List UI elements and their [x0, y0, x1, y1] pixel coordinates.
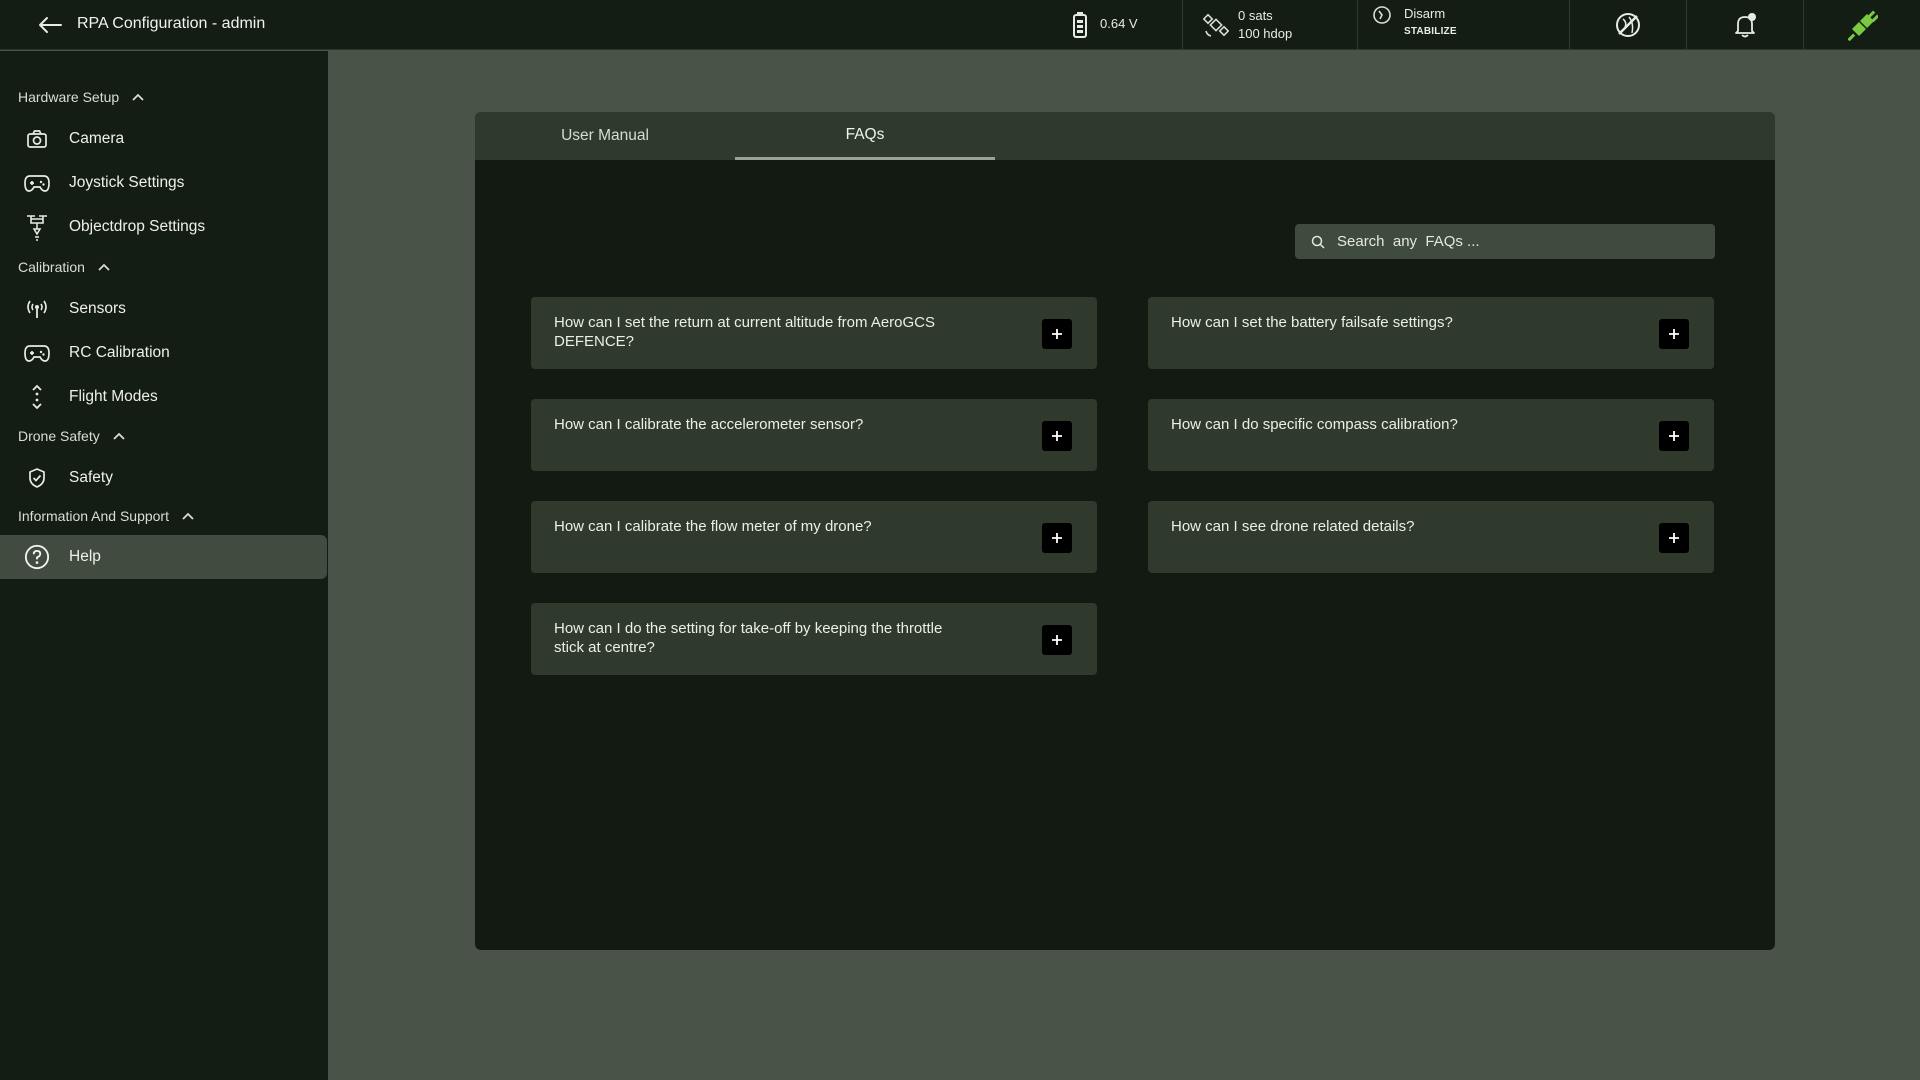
- chevron-up-icon: [182, 512, 194, 520]
- plus-icon: [1669, 329, 1679, 339]
- sidebar-item-rc-calibration[interactable]: RC Calibration: [0, 331, 327, 375]
- faq-item[interactable]: How can I do specific compass calibratio…: [1148, 399, 1714, 471]
- plus-icon: [1669, 431, 1679, 441]
- tab-faqs[interactable]: FAQs: [735, 112, 995, 160]
- sidebar-item-label: Safety: [69, 469, 113, 486]
- faq-question: How can I see drone related details?: [1171, 518, 1415, 535]
- section-information-and-support[interactable]: Information And Support: [18, 508, 195, 524]
- drone-drop-icon: [24, 215, 50, 241]
- camera-icon: [24, 127, 50, 151]
- satellite-icon: [1202, 12, 1230, 43]
- sidebar-item-sensors[interactable]: Sensors: [0, 287, 327, 331]
- search-icon: [1311, 235, 1325, 249]
- page-title: RPA Configuration - admin: [77, 15, 266, 32]
- flight-mode: STABILIZE: [1404, 26, 1457, 37]
- expand-button[interactable]: [1659, 523, 1689, 553]
- help-panel: User Manual FAQs How can I set the retur…: [475, 112, 1775, 950]
- faq-item[interactable]: How can I see drone related details?: [1148, 501, 1714, 573]
- faq-item[interactable]: How can I set the battery failsafe setti…: [1148, 297, 1714, 369]
- gps-status[interactable]: 0 sats 100 hdop: [1182, 0, 1357, 50]
- flight-modes-icon: [24, 384, 50, 410]
- faq-question: How can I calibrate the flow meter of my…: [554, 518, 872, 535]
- expand-button[interactable]: [1042, 421, 1072, 451]
- faq-item[interactable]: How can I calibrate the accelerometer se…: [531, 399, 1097, 471]
- sensor-signal-icon: [24, 297, 50, 321]
- plus-icon: [1052, 635, 1062, 645]
- expand-button[interactable]: [1042, 625, 1072, 655]
- faq-question: How can I do specific compass calibratio…: [1171, 416, 1458, 433]
- plus-icon: [1052, 329, 1062, 339]
- sidebar-item-label: Sensors: [69, 300, 126, 317]
- faq-item[interactable]: How can I do the setting for take-off by…: [531, 603, 1097, 675]
- sidebar-item-label: RC Calibration: [69, 344, 170, 361]
- tab-bar: User Manual FAQs: [475, 112, 1775, 160]
- sidebar-item-label: Camera: [69, 130, 125, 147]
- chevron-up-icon: [113, 432, 125, 440]
- connection-button[interactable]: [1803, 0, 1920, 50]
- tab-user-manual[interactable]: User Manual: [475, 112, 735, 160]
- gps-sats: 0 sats: [1238, 8, 1273, 23]
- sidebar-item-label: Help: [69, 548, 101, 565]
- section-title: Calibration: [18, 259, 85, 275]
- section-title: Hardware Setup: [18, 89, 120, 105]
- sidebar-item-objectdrop-settings[interactable]: Objectdrop Settings: [0, 205, 327, 249]
- back-arrow-icon[interactable]: [36, 13, 64, 37]
- sidebar-item-flight-modes[interactable]: Flight Modes: [0, 375, 327, 419]
- search-input[interactable]: [1337, 224, 1697, 259]
- sidebar-item-safety[interactable]: Safety: [0, 456, 327, 500]
- no-gps-icon: [1614, 11, 1642, 44]
- gamepad-icon: [24, 171, 50, 195]
- section-hardware-setup[interactable]: Hardware Setup: [18, 89, 145, 105]
- plus-icon: [1052, 533, 1062, 543]
- faq-question: How can I set the battery failsafe setti…: [1171, 314, 1453, 331]
- help-circle-icon: [24, 544, 50, 570]
- faq-item[interactable]: How can I set the return at current alti…: [531, 297, 1097, 369]
- sidebar-item-joystick-settings[interactable]: Joystick Settings: [0, 161, 327, 205]
- plus-icon: [1669, 533, 1679, 543]
- faq-search: [1295, 224, 1715, 259]
- notification-button[interactable]: [1686, 0, 1803, 50]
- chevron-up-icon: [132, 93, 144, 101]
- faq-question: How can I set the return at current alti…: [554, 314, 936, 350]
- section-title: Information And Support: [18, 508, 169, 524]
- faq-question: How can I do the setting for take-off by…: [554, 620, 943, 656]
- expand-button[interactable]: [1659, 319, 1689, 349]
- sidebar-item-label: Flight Modes: [69, 388, 158, 405]
- sidebar-item-label: Objectdrop Settings: [69, 218, 206, 235]
- no-gps-button[interactable]: [1569, 0, 1686, 50]
- shield-check-icon: [24, 466, 50, 490]
- notification-bell-icon: [1731, 11, 1759, 44]
- faq-item[interactable]: How can I calibrate the flow meter of my…: [531, 501, 1097, 573]
- faq-question: How can I calibrate the accelerometer se…: [554, 416, 864, 433]
- battery-voltage: 0.64 V: [1100, 16, 1138, 31]
- sidebar-item-help[interactable]: Help: [0, 535, 327, 579]
- connection-plug-icon: [1847, 9, 1880, 46]
- expand-button[interactable]: [1659, 421, 1689, 451]
- section-calibration[interactable]: Calibration: [18, 259, 111, 275]
- chevron-up-icon: [98, 263, 110, 271]
- sidebar-item-camera[interactable]: Camera: [0, 117, 327, 161]
- section-title: Drone Safety: [18, 428, 100, 444]
- sidebar: Hardware Setup Camera Joystick Settings …: [0, 51, 328, 1080]
- arm-status[interactable]: Disarm STABILIZE: [1357, 0, 1569, 50]
- arm-status-icon: [1372, 5, 1392, 30]
- plus-icon: [1052, 431, 1062, 441]
- gamepad-icon: [24, 341, 50, 365]
- gps-hdop: 100 hdop: [1238, 26, 1293, 41]
- sidebar-item-label: Joystick Settings: [69, 174, 185, 191]
- section-drone-safety[interactable]: Drone Safety: [18, 428, 126, 444]
- top-bar: RPA Configuration - admin 0.64 V 0 sats …: [0, 0, 1920, 50]
- arm-state: Disarm: [1404, 6, 1446, 21]
- expand-button[interactable]: [1042, 319, 1072, 349]
- battery-icon: [1072, 11, 1088, 44]
- expand-button[interactable]: [1042, 523, 1072, 553]
